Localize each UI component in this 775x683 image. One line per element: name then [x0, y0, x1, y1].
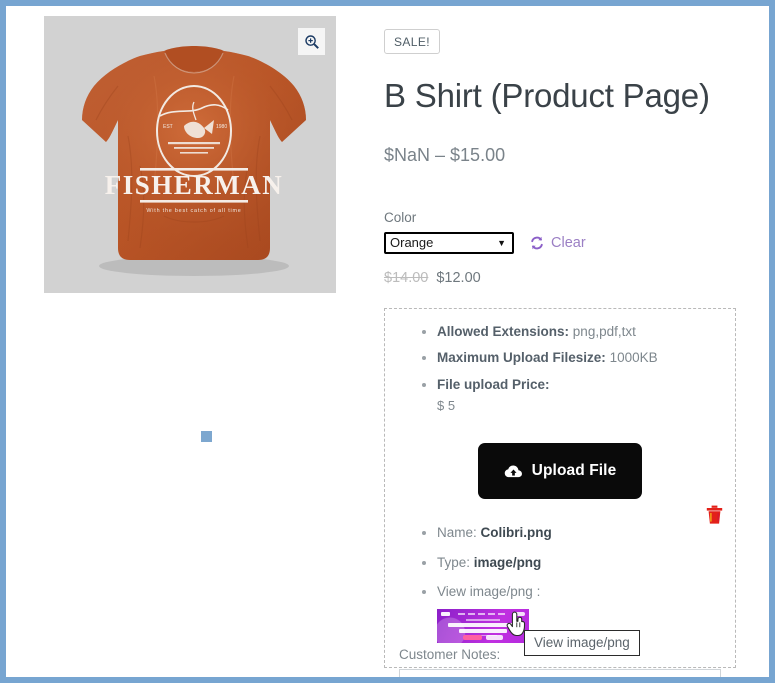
- file-price-label: File upload Price:: [437, 376, 550, 392]
- file-type-value: image/png: [473, 554, 542, 570]
- file-name-label: Name:: [437, 525, 477, 541]
- thumbnail-nav-links: [453, 612, 509, 615]
- file-view-item: View image/png :: [437, 585, 721, 599]
- thumbnail-headline-1: [448, 623, 518, 628]
- tshirt-illustration: EST 1980 FISHERMAN With the best catch o…: [44, 16, 336, 293]
- gallery-thumbnail-placeholder[interactable]: [201, 431, 212, 442]
- product-main-image[interactable]: EST 1980 FISHERMAN With the best catch o…: [44, 16, 336, 293]
- file-upload-panel: Allowed Extensions: png,pdf,txt Maximum …: [384, 307, 736, 677]
- file-type-item: Type: image/png: [437, 556, 721, 570]
- current-price: $12.00: [436, 269, 481, 286]
- cloud-upload-icon: [504, 464, 523, 479]
- shirt-brand-text: FISHERMAN: [105, 170, 284, 200]
- thumbnail-headline-2: [459, 628, 507, 633]
- file-price-value: $ 5: [437, 398, 456, 414]
- sale-badge: SALE!: [384, 29, 441, 54]
- thumbnail-logo: [441, 612, 450, 616]
- upload-file-button[interactable]: Upload File: [477, 443, 643, 500]
- file-type-label: Type:: [437, 554, 471, 570]
- shirt-tagline-text: With the best catch of all time: [146, 208, 241, 214]
- thumbnail-nav-button: [512, 611, 525, 616]
- page-title: B Shirt (Product Page): [384, 77, 710, 114]
- color-select[interactable]: Orange: [384, 231, 514, 254]
- browser-viewport: EST 1980 FISHERMAN With the best catch o…: [0, 0, 775, 683]
- delete-file-button[interactable]: [706, 505, 723, 525]
- file-preview-thumbnail[interactable]: [437, 608, 529, 643]
- refresh-icon: [529, 235, 545, 251]
- trash-icon: [706, 505, 723, 524]
- thumbnail-navbar: [441, 611, 525, 616]
- file-name-item: Name: Colibri.png: [437, 526, 721, 540]
- product-page: EST 1980 FISHERMAN With the best catch o…: [6, 6, 769, 677]
- allowed-extensions-item: Allowed Extensions: png,pdf,txt: [437, 325, 721, 339]
- max-filesize-item: Maximum Upload Filesize: 1000KB: [437, 351, 721, 365]
- thumbnail-eyebrow: [466, 618, 500, 621]
- upload-constraints-list: Allowed Extensions: png,pdf,txt Maximum …: [399, 325, 721, 392]
- magnifier-plus-icon: [304, 34, 319, 49]
- customer-notes-label: Customer Notes:: [399, 646, 501, 662]
- thumbnail-cta-buttons: [463, 635, 503, 641]
- allowed-extensions-label: Allowed Extensions:: [437, 323, 570, 339]
- customer-notes-input[interactable]: [399, 668, 721, 677]
- product-price-range: $NaN – $15.00: [384, 144, 506, 165]
- clear-variation-link[interactable]: Clear: [529, 235, 586, 251]
- variation-price: $14.00 $12.00: [384, 270, 751, 286]
- file-name-value: Colibri.png: [480, 525, 552, 541]
- upload-file-button-label: Upload File: [531, 462, 617, 480]
- upload-button-row: Upload File: [399, 443, 721, 500]
- attribute-label-color: Color: [384, 209, 417, 225]
- tshirt-photo: EST 1980 FISHERMAN With the best catch o…: [44, 16, 336, 293]
- file-view-label: View image/png :: [437, 584, 541, 600]
- uploaded-file-list: Name: Colibri.png Type: image/png View i…: [399, 526, 721, 599]
- product-summary: SALE! B Shirt (Product Page) $NaN – $15.…: [344, 16, 751, 677]
- zoom-magnifier-button[interactable]: [298, 28, 325, 55]
- color-select-wrapper: Orange ▼: [384, 231, 514, 254]
- variation-row: Orange ▼ Clear: [384, 231, 751, 254]
- allowed-extensions-value: png,pdf,txt: [572, 323, 636, 339]
- old-price: $14.00: [384, 269, 429, 286]
- image-tooltip: View image/png: [524, 630, 640, 656]
- product-gallery: EST 1980 FISHERMAN With the best catch o…: [44, 16, 344, 677]
- file-price-item: File upload Price:: [437, 378, 721, 392]
- clear-label: Clear: [551, 234, 586, 251]
- shirt-est-right: 1980: [216, 124, 227, 130]
- shirt-est-left: EST: [163, 124, 173, 130]
- max-filesize-value: 1000KB: [609, 350, 658, 366]
- max-filesize-label: Maximum Upload Filesize:: [437, 350, 606, 366]
